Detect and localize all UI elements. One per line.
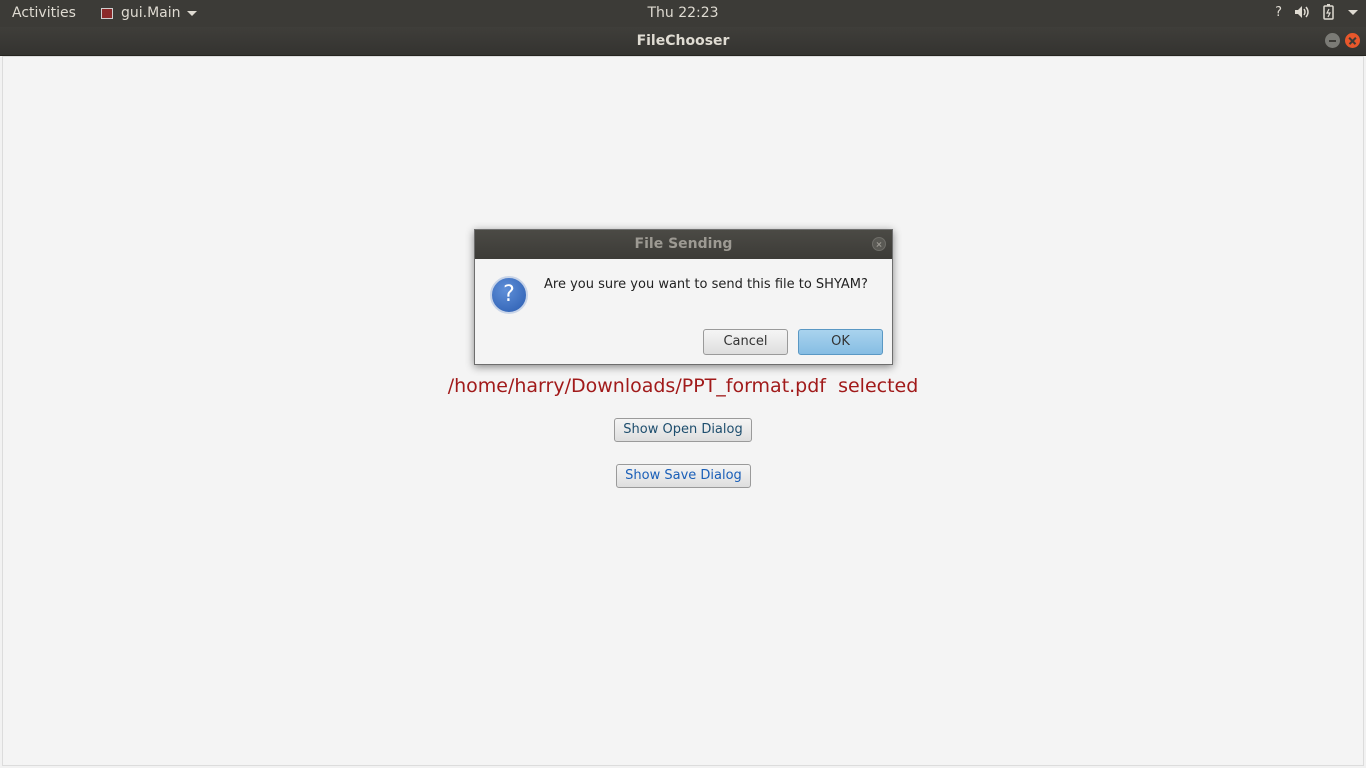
file-sending-dialog: File Sending ? Are you sure you want to … — [474, 229, 893, 365]
ok-button[interactable]: OK — [798, 329, 883, 355]
window-titlebar: FileChooser — [0, 27, 1366, 56]
battery-icon[interactable] — [1322, 4, 1336, 20]
dialog-titlebar: File Sending — [475, 230, 892, 259]
selected-file-label: /home/harry/Downloads/PPT_format.pdf sel… — [447, 375, 919, 397]
system-tray[interactable]: ? — [1275, 4, 1358, 20]
cancel-button[interactable]: Cancel — [703, 329, 788, 355]
volume-icon[interactable] — [1294, 5, 1310, 19]
window-content — [2, 56, 1364, 766]
system-menu-chevron-icon[interactable] — [1348, 9, 1358, 15]
dialog-title: File Sending — [634, 236, 733, 252]
show-save-dialog-button[interactable]: Show Save Dialog — [616, 464, 751, 488]
dialog-close-icon[interactable] — [872, 237, 886, 251]
dialog-message: Are you sure you want to send this file … — [544, 277, 868, 292]
top-panel: Activities gui.Main Thu 22:23 ? — [0, 0, 1366, 27]
help-icon[interactable]: ? — [1275, 5, 1282, 20]
minimize-icon[interactable] — [1325, 33, 1340, 48]
close-icon[interactable] — [1345, 33, 1360, 48]
window-title: FileChooser — [636, 33, 730, 49]
show-open-dialog-button[interactable]: Show Open Dialog — [614, 418, 752, 442]
question-icon: ? — [490, 276, 528, 314]
clock[interactable]: Thu 22:23 — [0, 5, 1366, 21]
